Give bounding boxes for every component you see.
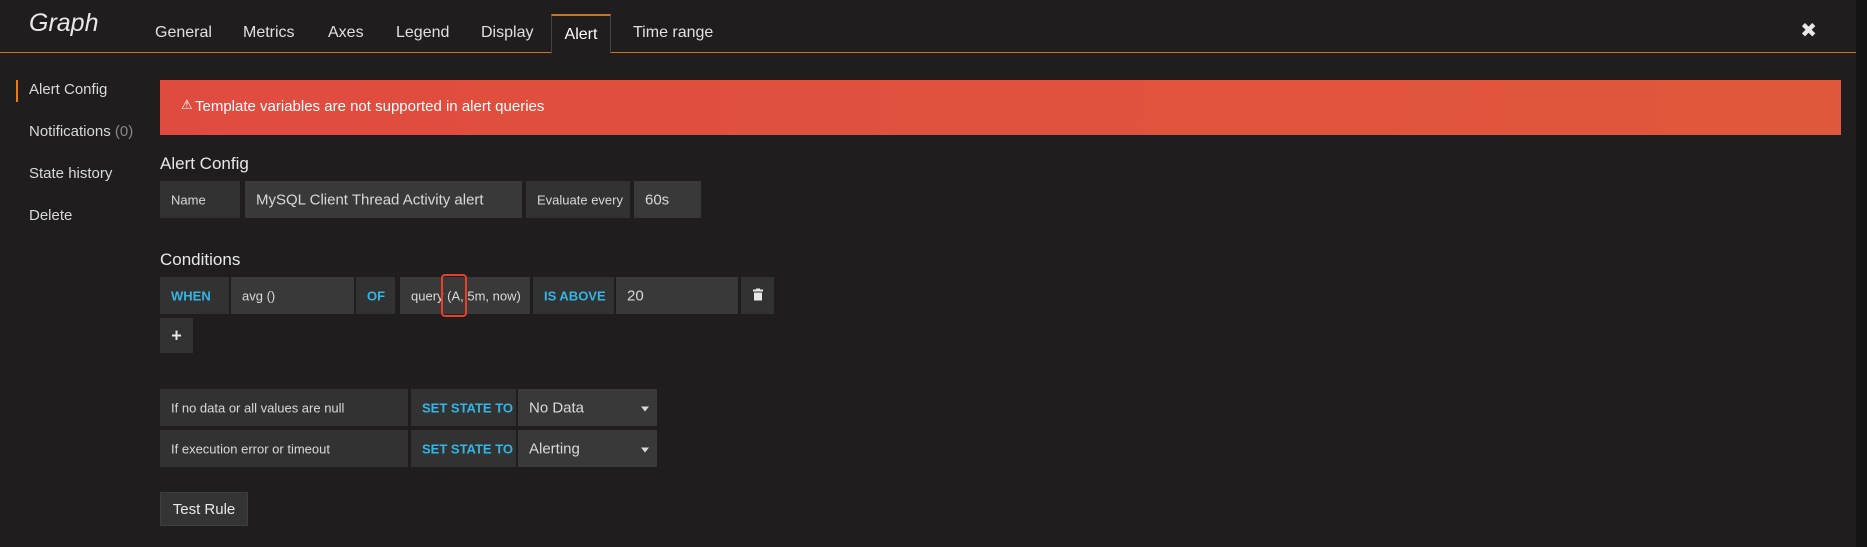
reducer-select[interactable]: avg () (231, 277, 354, 314)
error-banner-text: Template variables are not supported in … (195, 98, 545, 115)
highlight-annotation (441, 274, 467, 317)
plus-icon: + (171, 325, 182, 345)
conditions-title: Conditions (160, 250, 241, 269)
exec-error-label: If execution error or timeout (160, 430, 408, 467)
no-data-state-select[interactable]: No Data (518, 389, 657, 426)
sidebar-item-state-history[interactable]: State history (29, 165, 112, 182)
sidebar-item-alert-config[interactable]: Alert Config (29, 81, 107, 98)
evaluate-every-label: Evaluate every (526, 181, 630, 218)
delete-condition-button[interactable] (741, 277, 774, 314)
notification-count: (0) (114, 123, 134, 140)
tab-general[interactable]: General (145, 14, 222, 52)
add-condition-button[interactable]: + (160, 318, 193, 353)
of-keyword: OF (356, 277, 395, 314)
panel-title: Graph (29, 9, 99, 37)
tab-alert[interactable]: Alert (551, 14, 611, 54)
sidebar-item-notifications[interactable]: Notifications (0) (29, 123, 133, 140)
error-banner: ⚠ Template variables are not supported i… (160, 80, 1841, 135)
warning-icon: ⚠ (181, 97, 193, 112)
tab-legend[interactable]: Legend (386, 14, 459, 52)
scrollbar[interactable] (1856, 0, 1867, 547)
sidebar-item-label: Notifications (29, 123, 111, 140)
sidebar-active-indicator (16, 80, 18, 102)
trash-icon (752, 288, 763, 303)
tab-axes[interactable]: Axes (318, 14, 374, 52)
tab-display[interactable]: Display (471, 14, 543, 52)
alert-name-input[interactable]: MySQL Client Thread Activity alert (245, 181, 522, 218)
when-keyword[interactable]: WHEN (160, 277, 229, 314)
close-icon[interactable]: ✖ (1800, 18, 1817, 43)
evaluate-every-input[interactable]: 60s (634, 181, 701, 218)
exec-error-set-state-label: SET STATE TO (411, 430, 516, 467)
chevron-down-icon (641, 406, 649, 411)
tab-metrics[interactable]: Metrics (233, 14, 305, 52)
no-data-label: If no data or all values are null (160, 389, 408, 426)
tab-time-range[interactable]: Time range (623, 14, 723, 52)
exec-error-state-select[interactable]: Alerting (518, 430, 657, 467)
alert-config-title: Alert Config (160, 154, 249, 173)
sidebar-item-delete[interactable]: Delete (29, 207, 72, 224)
name-label: Name (160, 181, 240, 218)
panel-editor-header: Graph General Metrics Axes Legend Displa… (0, 0, 1856, 54)
test-rule-button[interactable]: Test Rule (160, 492, 248, 526)
no-data-set-state-label: SET STATE TO (411, 389, 516, 426)
evaluator-select[interactable]: IS ABOVE (533, 277, 614, 314)
chevron-down-icon (641, 447, 649, 452)
threshold-input[interactable]: 20 (616, 277, 738, 314)
